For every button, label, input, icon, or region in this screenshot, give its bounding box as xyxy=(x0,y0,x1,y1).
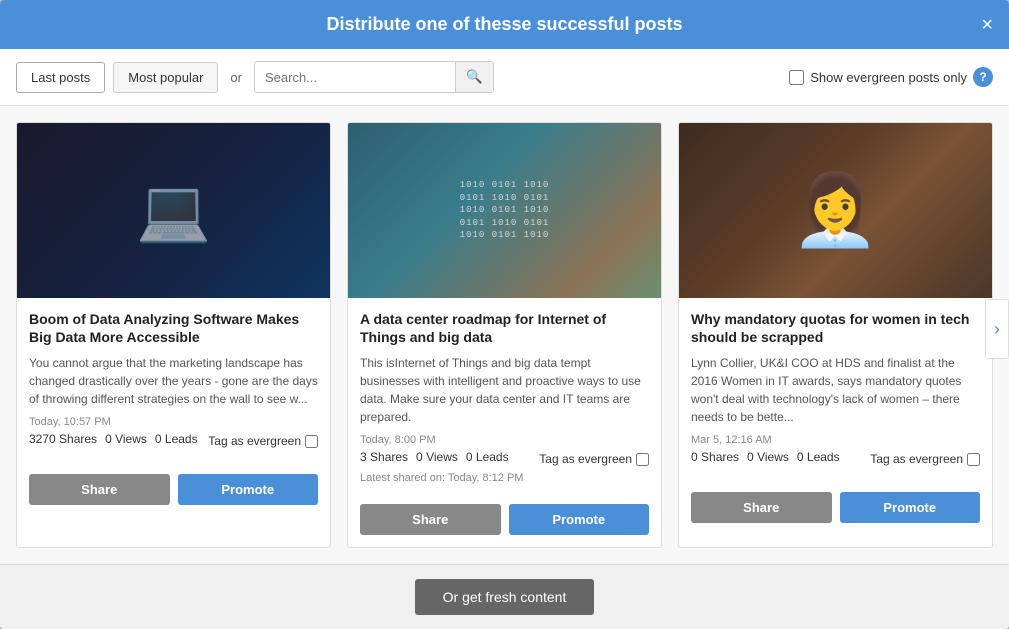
share-button-3[interactable]: Share xyxy=(691,492,832,523)
post-stats-1: 3270 Shares 0 Views 0 Leads xyxy=(29,432,198,446)
post-excerpt-2: This isInternet of Things and big data t… xyxy=(360,354,649,426)
views-count-1: 0 Views xyxy=(105,432,147,446)
modal-body: Boom of Data Analyzing Software Makes Bi… xyxy=(0,106,1009,564)
post-meta-3: Mar 5, 12:16 AM xyxy=(691,434,980,446)
post-meta-1: Today, 10:57 PM xyxy=(29,416,318,428)
post-excerpt-3: Lynn Collier, UK&I COO at HDS and finali… xyxy=(691,354,980,426)
search-icon: 🔍 xyxy=(466,69,483,84)
post-actions-1: Share Promote xyxy=(17,466,330,517)
share-button-2[interactable]: Share xyxy=(360,504,501,535)
tag-evergreen-label-2: Tag as evergreen xyxy=(539,452,632,466)
shares-count-3: 0 Shares xyxy=(691,450,739,464)
search-input[interactable] xyxy=(255,63,455,92)
post-title-3: Why mandatory quotas for women in tech s… xyxy=(691,310,980,346)
promote-button-2[interactable]: Promote xyxy=(509,504,650,535)
most-popular-tab[interactable]: Most popular xyxy=(113,62,218,93)
post-stats-2: 3 Shares 0 Views 0 Leads xyxy=(360,450,509,464)
tag-evergreen-3: Tag as evergreen xyxy=(870,452,980,466)
evergreen-wrapper: Show evergreen posts only ? xyxy=(789,67,993,87)
latest-shared-2: Latest shared on: Today, 8:12 PM xyxy=(360,472,649,484)
leads-count-2: 0 Leads xyxy=(466,450,509,464)
help-button[interactable]: ? xyxy=(973,67,993,87)
post-actions-2: Share Promote xyxy=(348,496,661,547)
next-arrow-button[interactable]: › xyxy=(985,299,1009,359)
post-meta-2: Today, 8:00 PM xyxy=(360,434,649,446)
post-stats-row-3: 0 Shares 0 Views 0 Leads Tag as evergree… xyxy=(691,450,980,468)
modal-footer: Or get fresh content xyxy=(0,564,1009,629)
search-button[interactable]: 🔍 xyxy=(455,62,493,92)
leads-count-3: 0 Leads xyxy=(797,450,840,464)
posts-grid: Boom of Data Analyzing Software Makes Bi… xyxy=(16,122,993,548)
tag-evergreen-2: Tag as evergreen xyxy=(539,452,649,466)
post-stats-row-2: 3 Shares 0 Views 0 Leads Tag as evergree… xyxy=(360,450,649,468)
post-excerpt-1: You cannot argue that the marketing land… xyxy=(29,354,318,408)
views-count-2: 0 Views xyxy=(416,450,458,464)
or-label: or xyxy=(230,70,242,85)
views-count-3: 0 Views xyxy=(747,450,789,464)
post-title-1: Boom of Data Analyzing Software Makes Bi… xyxy=(29,310,318,346)
post-thumbnail-2: 1010 0101 10100101 1010 01011010 0101 10… xyxy=(348,123,661,298)
tag-evergreen-label-1: Tag as evergreen xyxy=(208,434,301,448)
evergreen-checkbox[interactable] xyxy=(789,70,804,85)
modal-title: Distribute one of thesse successful post… xyxy=(326,14,682,34)
post-content-3: Why mandatory quotas for women in tech s… xyxy=(679,298,992,484)
post-content-1: Boom of Data Analyzing Software Makes Bi… xyxy=(17,298,330,466)
post-actions-3: Share Promote xyxy=(679,484,992,535)
shares-count-2: 3 Shares xyxy=(360,450,408,464)
post-card-2: 1010 0101 10100101 1010 01011010 0101 10… xyxy=(347,122,662,548)
post-title-2: A data center roadmap for Internet of Th… xyxy=(360,310,649,346)
modal-header: Distribute one of thesse successful post… xyxy=(0,0,1009,49)
shares-count-1: 3270 Shares xyxy=(29,432,97,446)
fresh-content-button[interactable]: Or get fresh content xyxy=(415,579,595,615)
promote-button-1[interactable]: Promote xyxy=(178,474,319,505)
modal-toolbar: Last posts Most popular or 🔍 Show evergr… xyxy=(0,49,1009,106)
promote-button-3[interactable]: Promote xyxy=(840,492,981,523)
evergreen-label: Show evergreen posts only xyxy=(810,70,967,85)
close-button[interactable]: × xyxy=(981,15,993,35)
tag-evergreen-checkbox-3[interactable] xyxy=(967,453,980,466)
tag-evergreen-checkbox-1[interactable] xyxy=(305,435,318,448)
post-content-2: A data center roadmap for Internet of Th… xyxy=(348,298,661,496)
leads-count-1: 0 Leads xyxy=(155,432,198,446)
post-thumbnail-1 xyxy=(17,123,330,298)
post-thumbnail-3 xyxy=(679,123,992,298)
search-wrapper: 🔍 xyxy=(254,61,494,93)
last-posts-tab[interactable]: Last posts xyxy=(16,62,105,93)
share-button-1[interactable]: Share xyxy=(29,474,170,505)
tag-evergreen-checkbox-2[interactable] xyxy=(636,453,649,466)
tag-evergreen-label-3: Tag as evergreen xyxy=(870,452,963,466)
modal: Distribute one of thesse successful post… xyxy=(0,0,1009,629)
post-card-1: Boom of Data Analyzing Software Makes Bi… xyxy=(16,122,331,548)
post-card-3: Why mandatory quotas for women in tech s… xyxy=(678,122,993,548)
post-stats-3: 0 Shares 0 Views 0 Leads xyxy=(691,450,840,464)
tag-evergreen-1: Tag as evergreen xyxy=(208,434,318,448)
post-stats-row-1: 3270 Shares 0 Views 0 Leads Tag as everg… xyxy=(29,432,318,450)
